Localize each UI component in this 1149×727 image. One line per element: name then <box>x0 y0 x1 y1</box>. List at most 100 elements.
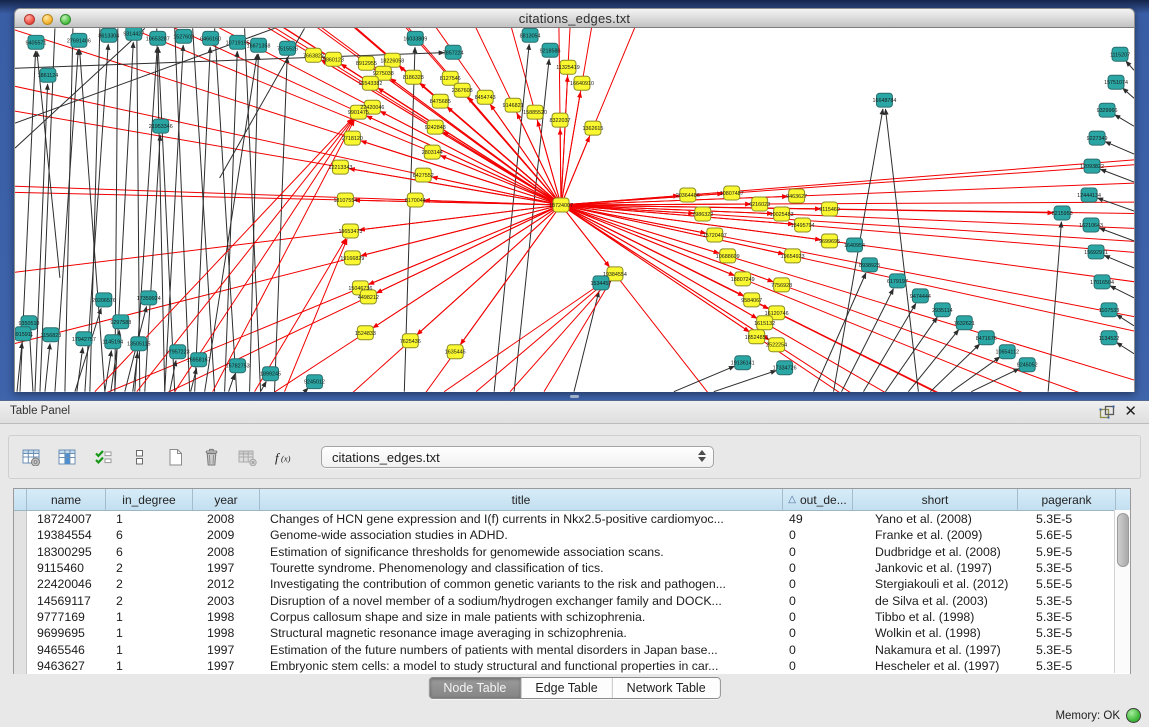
graph-node-label: 17942757 <box>72 337 96 343</box>
graph-node-label: 9584067 <box>741 298 762 304</box>
graph-node-label: 15885520 <box>523 110 547 116</box>
table-cell: 9115460 <box>27 561 106 575</box>
graph-node-label: 21953346 <box>149 124 173 130</box>
column-header-short[interactable]: short <box>853 489 1018 510</box>
graph-node-label: 1534457 <box>590 281 611 287</box>
table-row[interactable]: 977716911998Corpus callosum shape and si… <box>14 609 1130 625</box>
table-cell: 1997 <box>193 561 260 575</box>
graph-node-label: 6216023 <box>749 202 770 208</box>
network-view-window[interactable]: citations_edges.txt 18724007986012389129… <box>14 8 1135 392</box>
table-row[interactable]: 1938455462009Genome-wide association stu… <box>14 527 1130 543</box>
table-row[interactable]: 946362711997Embryonic stem cells: a mode… <box>14 658 1130 674</box>
graph-node-label: 8475685 <box>430 99 451 105</box>
graph-node-label: 19136141 <box>731 361 755 367</box>
graph-node-label: 1107533 <box>1099 308 1120 314</box>
vertical-scrollbar[interactable] <box>1114 510 1130 673</box>
column-header-label: in_degree <box>122 493 175 507</box>
column-header-name[interactable]: name <box>27 489 106 510</box>
column-header-in-degree[interactable]: in_degree <box>106 489 193 510</box>
table-cell: 9463627 <box>27 659 106 673</box>
table-row[interactable]: 969969511998Structural magnetic resonanc… <box>14 625 1130 641</box>
row-gutter-cell <box>14 560 27 576</box>
tab-edge-table[interactable]: Edge Table <box>521 678 612 698</box>
graph-node-label: 20206576 <box>92 298 116 304</box>
table-row[interactable]: 911546021997Tourette syndrome. Phenomeno… <box>14 560 1130 576</box>
graph-node-label: 17957223 <box>166 350 190 356</box>
new-table-icon[interactable] <box>163 446 187 468</box>
memory-ok-icon <box>1126 708 1141 723</box>
desktop-background: citations_edges.txt 18724007986012389129… <box>0 0 1149 727</box>
table-row[interactable]: 1830029562008Estimation of significance … <box>14 544 1130 560</box>
select-columns-icon[interactable] <box>55 446 79 468</box>
graph-node-label: 9245052 <box>1017 363 1038 369</box>
table-cell: 2 <box>106 561 193 575</box>
graph-node-label: 1899245 <box>260 372 281 378</box>
graph-node-label: 19654923 <box>781 254 805 260</box>
function-builder-icon[interactable]: f(x) <box>271 446 295 468</box>
column-header-title[interactable]: title <box>260 489 783 510</box>
import-table-disabled-icon[interactable] <box>235 446 259 468</box>
column-settings-icon[interactable] <box>19 446 43 468</box>
graph-node-label: 9218586 <box>540 48 561 54</box>
row-height-icon[interactable] <box>127 446 151 468</box>
graph-node-label: 8613304 <box>98 33 119 39</box>
table-cell: 5.6E-5 <box>1018 528 1116 542</box>
graph-node-label: 7663822 <box>303 53 324 59</box>
column-header-label: name <box>51 493 81 507</box>
row-gutter-cell <box>14 625 27 641</box>
panel-splitter[interactable] <box>0 392 1149 400</box>
table-cell: 6 <box>106 528 193 542</box>
row-gutter-cell <box>14 609 27 625</box>
graph-node-label: 11325419 <box>556 65 580 71</box>
node-table[interactable]: name in_degree yeartitle△out_de...shortpag… <box>13 488 1131 674</box>
table-cell: Structural magnetic resonance image aver… <box>260 626 783 640</box>
tab-network-table[interactable]: Network Table <box>613 678 720 698</box>
graph-node-label: 9405571 <box>25 40 46 46</box>
graph-node-label: 18226058 <box>380 58 404 64</box>
column-header-label: out_de... <box>800 493 847 507</box>
table-cell: 1 <box>106 610 193 624</box>
graph-node-label: 1861124 <box>38 73 59 79</box>
table-cell: Tibbo et al. (1998) <box>853 610 1018 624</box>
graph-node-label: 8322037 <box>550 118 571 124</box>
table-cell: Franke et al. (2009) <box>853 528 1018 542</box>
float-window-icon[interactable] <box>1099 405 1115 419</box>
graph-node-label: 9474444 <box>910 294 931 300</box>
table-row[interactable]: 1872400712008Changes of HCN gene express… <box>14 511 1130 527</box>
table-row[interactable]: 946554611997Estimation of the future num… <box>14 641 1130 657</box>
network-canvas[interactable]: 1872400798601238912955182260589275038818… <box>15 28 1134 392</box>
column-header-out-de-[interactable]: △out_de... <box>783 489 853 510</box>
table-cell: 1998 <box>193 626 260 640</box>
table-cell: Yano et al. (2008) <box>853 512 1018 526</box>
graph-node-label: 16640910 <box>570 81 594 87</box>
table-cell: Estimation of the future numbers of pati… <box>260 643 783 657</box>
table-row[interactable]: 2242004622012Investigating the contribut… <box>14 576 1130 592</box>
table-select-dropdown[interactable]: citations_edges.txt <box>321 446 714 468</box>
close-icon[interactable]: ✕ <box>1124 402 1137 420</box>
graph-node-label: 6179197 <box>887 279 908 285</box>
table-cell: Wolkin et al. (1998) <box>853 626 1018 640</box>
table-cell: 22420046 <box>27 577 106 591</box>
graph-node-label: 1156823 <box>41 333 62 339</box>
column-header-pagerank[interactable]: pagerank <box>1018 489 1116 510</box>
graph-node-label: 10654112 <box>995 350 1019 356</box>
dropdown-arrows-icon <box>698 450 706 462</box>
tab-node-table[interactable]: Node Table <box>429 678 521 698</box>
graph-node-label: 1115207 <box>1110 52 1130 58</box>
window-titlebar[interactable]: citations_edges.txt <box>14 8 1135 28</box>
graph-node-label: 16543382 <box>358 81 382 87</box>
scrollbar-thumb[interactable] <box>1117 513 1129 567</box>
column-header-year[interactable]: year <box>193 489 260 510</box>
graph-node-label: 18524851 <box>745 335 769 341</box>
graph-node-label: 9350510 <box>19 321 40 327</box>
table-row[interactable]: 1456911722003Disruption of a novel membe… <box>14 592 1130 608</box>
column-checklist-icon[interactable] <box>91 446 115 468</box>
table-cell: 5.9E-5 <box>1018 545 1116 559</box>
graph-node-label: 9146821 <box>503 103 524 109</box>
graph-node-label: 2522254 <box>766 343 787 349</box>
graph-node-label: 2803144 <box>422 150 443 156</box>
delete-table-icon[interactable] <box>199 446 223 468</box>
table-cell: de Silva et al. (2003) <box>853 594 1018 608</box>
splitter-grip[interactable] <box>570 395 579 398</box>
graph-node-label: 10025483 <box>770 212 794 218</box>
